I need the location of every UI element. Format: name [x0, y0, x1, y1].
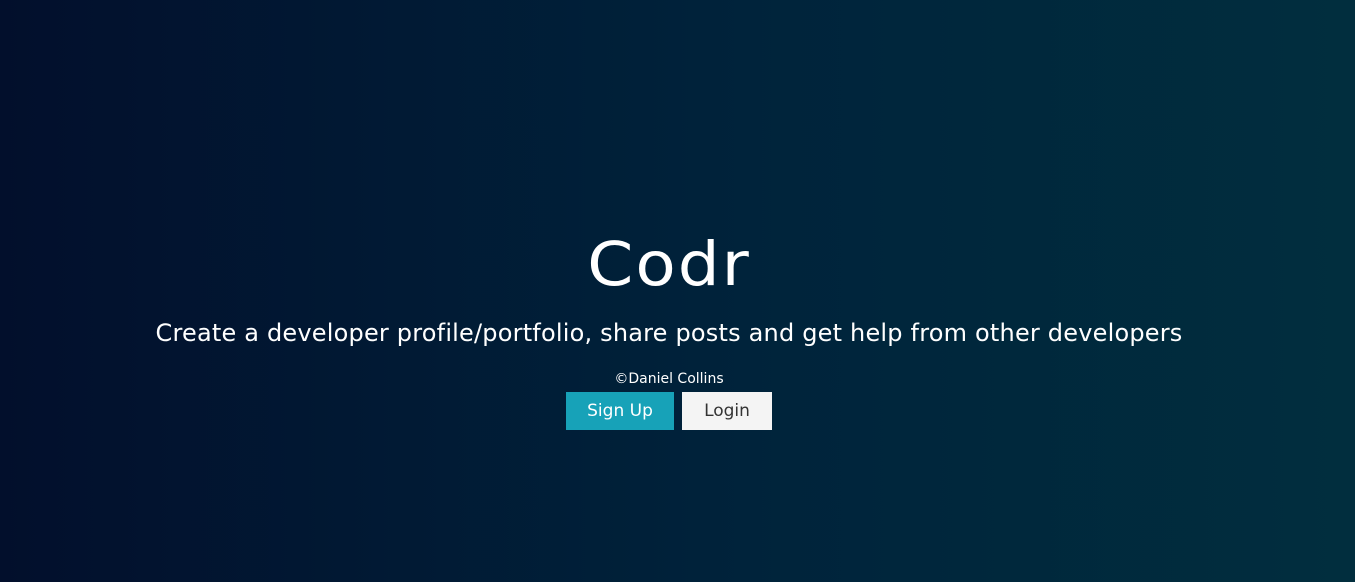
copyright-text: ©Daniel Collins [614, 371, 724, 387]
app-title: Codr [587, 229, 751, 300]
auth-buttons: Sign Up Login [0, 392, 1338, 430]
login-button[interactable]: Login [682, 392, 772, 430]
sign-up-button[interactable]: Sign Up [566, 392, 674, 430]
tagline: Create a developer profile/portfolio, sh… [155, 319, 1183, 347]
landing-inner: Codr Create a developer profile/portfoli… [0, 228, 1338, 430]
landing-section: Codr Create a developer profile/portfoli… [0, 0, 1355, 582]
